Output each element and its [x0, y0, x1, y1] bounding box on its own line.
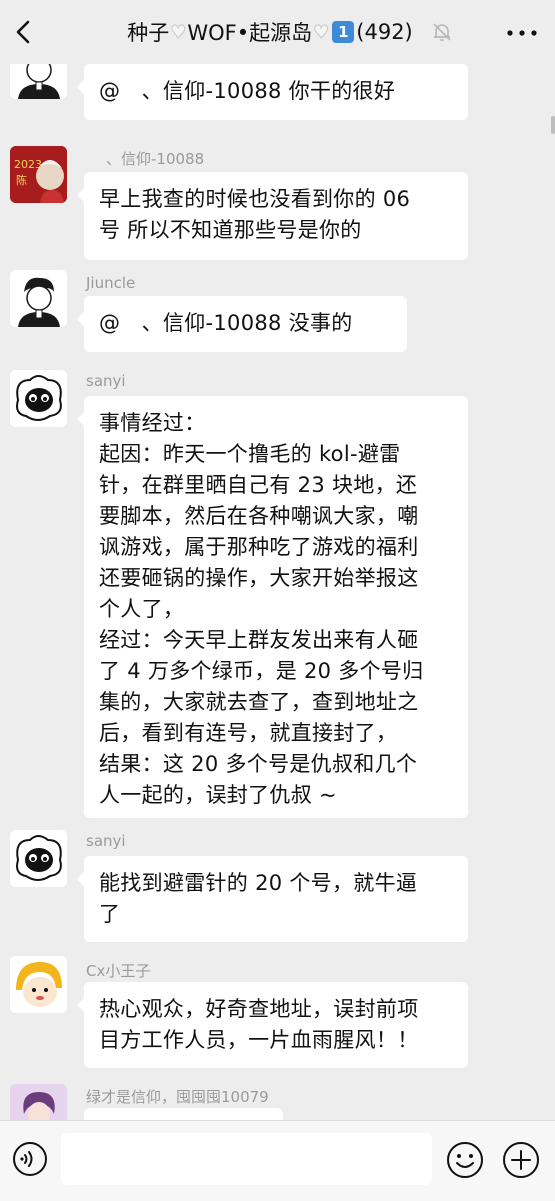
- plus-icon[interactable]: [502, 1141, 540, 1179]
- message-text: 热心观众，好奇查地址，误封前项: [99, 997, 419, 1021]
- svg-text:2023: 2023: [14, 158, 42, 171]
- more-dots-icon[interactable]: [507, 30, 537, 36]
- keycap-badge: 1: [332, 21, 355, 43]
- white-heart-icon: ♥: [313, 21, 330, 43]
- avatar-sanyi[interactable]: [10, 830, 67, 887]
- sender-name: Jiuncle: [86, 274, 136, 292]
- message-text: 经过：今天早上群友发出来有人砸: [99, 628, 419, 652]
- message-bubble[interactable]: 事情经过： 起因：昨天一个撸毛的 kol-避雷 针，在群里晒自己有 23 块地，…: [77, 396, 468, 818]
- message-bubble[interactable]: 能找到避雷针的 20 个号，就牛逼 了: [77, 856, 468, 942]
- message-text: 讽游戏，属于那种吃了游戏的福利: [99, 535, 419, 559]
- sender-name: sanyi: [86, 372, 126, 390]
- message-text: 目方工作人员，一片血雨腥风！！: [99, 1028, 419, 1052]
- sender-name: 、信仰-10088: [106, 150, 205, 168]
- message-text: 了: [99, 902, 121, 926]
- message-bubble[interactable]: [84, 1108, 283, 1120]
- voice-icon[interactable]: [12, 1141, 48, 1177]
- message-text: 早上我查的时候也没看到你的 06: [99, 187, 411, 211]
- composer-bar: [0, 1120, 555, 1201]
- chat-title: 种子 ♥ WOF•起源岛 ♥ 1 (492): [60, 16, 480, 48]
- back-arrow-icon[interactable]: [10, 16, 38, 48]
- message-text: 集的，大家就去查了，查到地址之: [99, 690, 419, 714]
- message-text: 人一起的，误封了仇叔 ~: [99, 783, 337, 807]
- message-bubble[interactable]: 热心观众，好奇查地址，误封前项 目方工作人员，一片血雨腥风！！: [77, 982, 468, 1068]
- avatar-cx[interactable]: [10, 956, 67, 1013]
- message-text: 针，在群里晒自己有 23 块地，还: [99, 473, 418, 497]
- avatar-sanyi[interactable]: [10, 370, 67, 427]
- sender-name: sanyi: [86, 832, 126, 850]
- message-text: 起因：昨天一个撸毛的 kol-避雷: [99, 442, 401, 466]
- avatar-jiuncle[interactable]: [10, 270, 67, 327]
- message-text: 了 4 万多个绿币，是 20 多个号归: [99, 659, 424, 683]
- avatar-xinyang[interactable]: 2023 陈: [10, 146, 67, 203]
- message-text: @ 、信仰-10088 你干的很好: [99, 79, 396, 103]
- avatar-green[interactable]: [10, 1084, 67, 1120]
- message-text: 事情经过：: [99, 411, 206, 435]
- message-bubble[interactable]: @ 、信仰-10088 没事的: [77, 296, 407, 352]
- white-heart-icon: ♥: [170, 21, 187, 43]
- svg-text:陈: 陈: [16, 173, 27, 187]
- message-text: 号 所以不知道那些号是你的: [99, 218, 362, 242]
- sender-name: Cx小王子: [86, 962, 151, 980]
- message-text: @ 、信仰-10088 没事的: [99, 311, 353, 335]
- title-prefix: 种子: [127, 21, 170, 45]
- message-text: 还要砸锅的操作，大家开始举报这: [99, 566, 419, 590]
- message-bubble[interactable]: 早上我查的时候也没看到你的 06 号 所以不知道那些号是你的: [77, 172, 468, 260]
- message-text: 能找到避雷针的 20 个号，就牛逼: [99, 871, 418, 895]
- mute-bell-icon: [433, 23, 451, 41]
- emoji-icon[interactable]: [446, 1141, 484, 1179]
- avatar-jiuncle[interactable]: [10, 64, 67, 99]
- title-mid: WOF•起源岛: [187, 21, 313, 45]
- sender-name: 绿才是信仰，囤囤囤10079: [86, 1088, 269, 1106]
- member-count: (492): [356, 20, 413, 44]
- chat-header: 种子 ♥ WOF•起源岛 ♥ 1 (492): [0, 0, 555, 64]
- message-text: 个人了，: [99, 597, 185, 621]
- message-text: 后，看到有连号，就直接封了，: [99, 721, 398, 745]
- message-text: 结果：这 20 多个号是仇叔和几个: [99, 752, 418, 776]
- message-input[interactable]: [61, 1133, 432, 1185]
- message-list[interactable]: @ 、信仰-10088 你干的很好 2023 陈 、信仰-10088 早上我查的…: [0, 64, 555, 1120]
- message-text: 要脚本，然后在各种嘲讽大家，嘲: [99, 504, 419, 528]
- message-bubble[interactable]: @ 、信仰-10088 你干的很好: [77, 64, 468, 120]
- scrollbar-thumb[interactable]: [551, 116, 555, 134]
